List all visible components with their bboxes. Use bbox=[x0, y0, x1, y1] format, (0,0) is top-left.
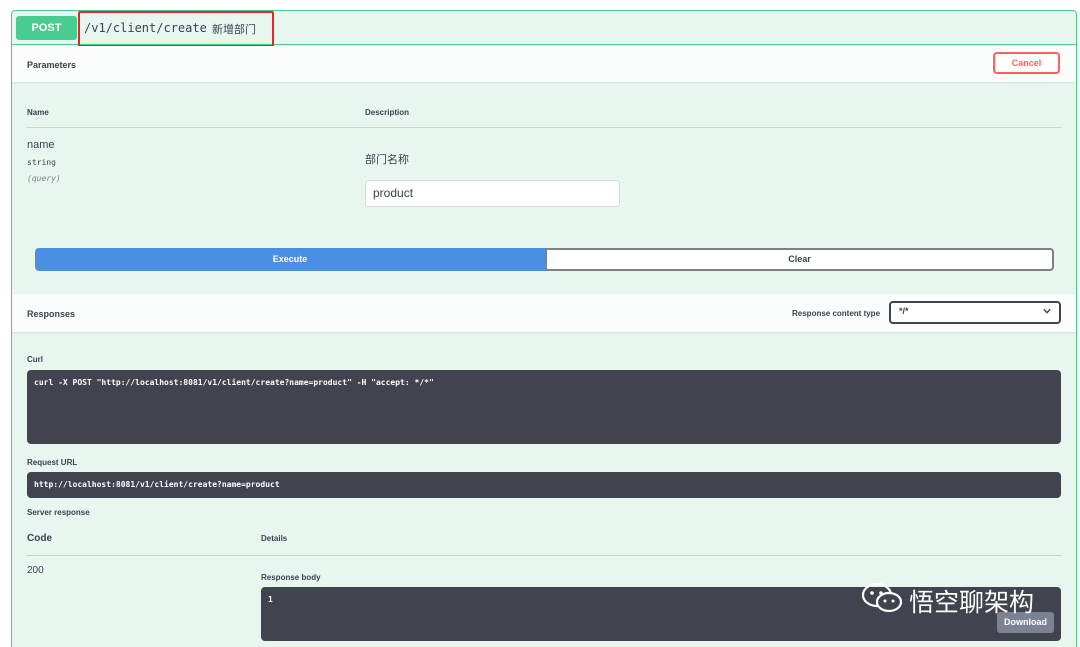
execute-button-group: Execute Clear bbox=[35, 248, 1054, 271]
request-url: http://localhost:8081/v1/client/create?n… bbox=[27, 472, 1061, 498]
curl-command: curl -X POST "http://localhost:8081/v1/c… bbox=[27, 370, 1061, 444]
column-code-header: Code bbox=[27, 533, 52, 544]
cancel-button[interactable]: Cancel bbox=[993, 52, 1060, 74]
param-type: string bbox=[27, 158, 56, 167]
response-content-type-value: */* bbox=[899, 306, 909, 316]
operation-description: 新增部门 bbox=[212, 24, 256, 36]
responses-header: Responses Response content type */* bbox=[12, 294, 1076, 332]
parameters-divider bbox=[27, 127, 1061, 128]
server-response-divider bbox=[27, 555, 1061, 556]
response-content-type-label: Response content type bbox=[792, 309, 881, 318]
response-body-label: Response body bbox=[261, 573, 321, 582]
param-name: name bbox=[27, 139, 55, 151]
parameters-title: Parameters bbox=[27, 60, 77, 70]
operation-summary[interactable]: POST /v1/client/create 新增部门 bbox=[12, 11, 1076, 47]
curl-label: Curl bbox=[27, 355, 43, 364]
param-location: (query) bbox=[27, 174, 61, 183]
param-name-input[interactable]: product bbox=[365, 180, 620, 207]
watermark: 悟空聊架构 bbox=[860, 580, 1060, 617]
operation-path: /v1/client/create bbox=[84, 21, 207, 35]
execute-button[interactable]: Execute bbox=[35, 248, 545, 271]
response-status-code: 200 bbox=[27, 565, 44, 576]
server-response-label: Server response bbox=[27, 508, 90, 517]
watermark-text: 悟空聊架构 bbox=[909, 589, 1035, 617]
column-name-header: Name bbox=[27, 108, 49, 117]
response-content-type-select[interactable]: */* bbox=[889, 301, 1061, 324]
operation-block: POST /v1/client/create 新增部门 Parameters C… bbox=[11, 10, 1077, 647]
request-url-label: Request URL bbox=[27, 458, 78, 467]
clear-button[interactable]: Clear bbox=[545, 248, 1054, 271]
responses-title: Responses bbox=[27, 309, 76, 319]
param-description: 部门名称 bbox=[365, 154, 409, 166]
column-details-header: Details bbox=[261, 534, 288, 543]
chevron-down-icon bbox=[1043, 308, 1051, 314]
column-description-header: Description bbox=[365, 108, 410, 117]
parameters-header: Parameters Cancel bbox=[12, 46, 1076, 82]
wechat-icon bbox=[861, 582, 903, 613]
method-badge: POST bbox=[16, 16, 77, 40]
